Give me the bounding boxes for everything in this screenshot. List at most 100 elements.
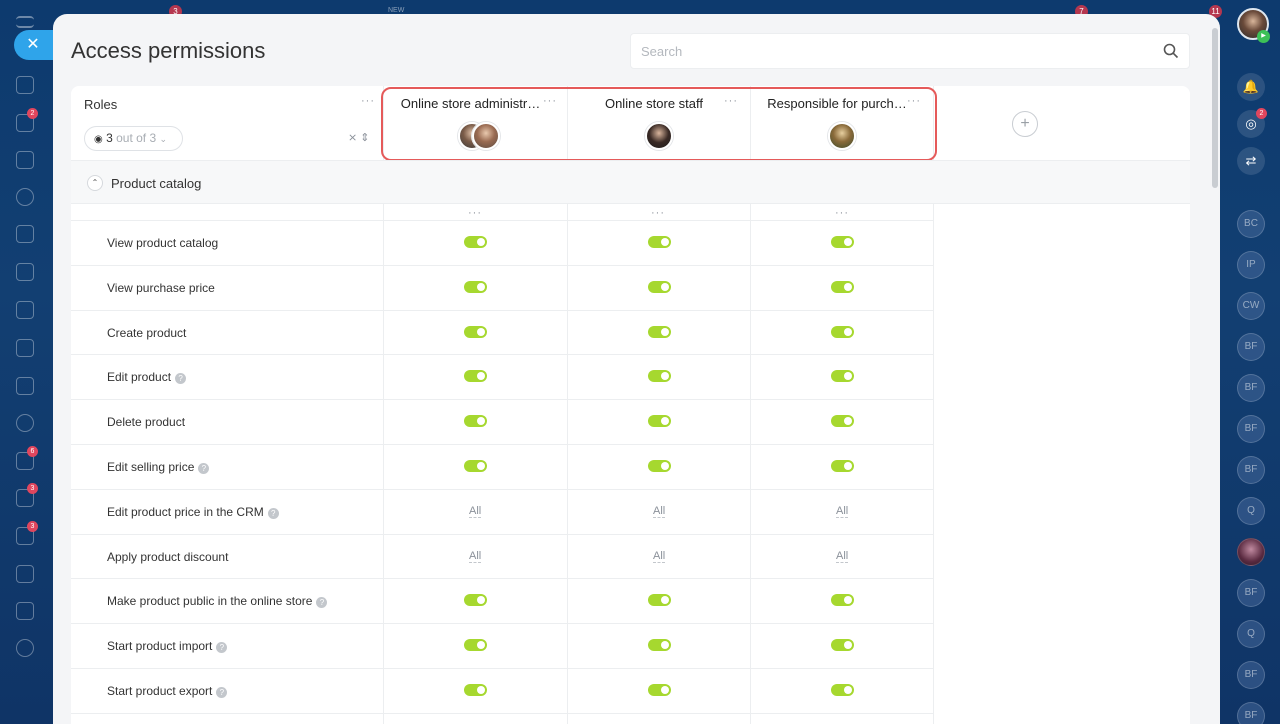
permission-toggle[interactable]: [648, 639, 671, 652]
permission-toggle[interactable]: [831, 370, 854, 383]
permission-toggle[interactable]: [464, 280, 487, 293]
permission-toggle[interactable]: [648, 325, 671, 338]
page-title: Access permissions: [71, 38, 266, 63]
permission-value-dropdown[interactable]: All: [836, 505, 849, 518]
role-column-header[interactable]: Online store administr… ···: [384, 86, 567, 160]
permission-value-dropdown[interactable]: All: [653, 550, 666, 563]
role-column-header[interactable]: Online store staff ···: [568, 86, 750, 160]
role-more-icon[interactable]: ···: [907, 95, 921, 107]
permission-label: Start product import?: [107, 639, 228, 654]
permission-label: Make product public in the online store?: [107, 594, 328, 609]
contact-avatar[interactable]: BF: [1237, 661, 1265, 689]
role-more-icon[interactable]: ···: [724, 95, 738, 107]
column-more-icon[interactable]: ···: [651, 207, 665, 219]
roles-visibility-filter[interactable]: ◉ 3 out of 3 ⌄: [84, 126, 183, 151]
contact-avatar[interactable]: BF: [1237, 579, 1265, 607]
new-label: NEW: [388, 7, 405, 14]
permission-toggle[interactable]: [831, 639, 854, 652]
permission-label-text: Delete product: [107, 415, 186, 430]
collapse-expand-icons[interactable]: ⨯ ⇕: [348, 131, 370, 144]
contact-avatar[interactable]: Q: [1237, 497, 1265, 525]
contact-avatar[interactable]: CW: [1237, 292, 1265, 320]
permission-toggle[interactable]: [464, 594, 487, 607]
analytics-icon[interactable]: [16, 602, 34, 620]
permission-label: View purchase price: [107, 281, 215, 295]
help-icon[interactable]: ?: [175, 373, 187, 385]
permission-toggle[interactable]: [831, 594, 854, 607]
store-icon[interactable]: [16, 339, 34, 357]
contact-avatar[interactable]: BF: [1237, 702, 1265, 724]
permission-toggle[interactable]: [464, 415, 487, 428]
permission-toggle[interactable]: [831, 684, 854, 696]
chevron-up-icon[interactable]: ⌃: [87, 175, 103, 191]
column-more-icon[interactable]: ···: [468, 207, 482, 219]
permission-toggle[interactable]: [464, 684, 487, 696]
contact-photo-avatar[interactable]: [1237, 538, 1265, 566]
help-icon[interactable]: ?: [216, 687, 228, 698]
section-title: Product catalog: [111, 176, 202, 191]
permission-value-dropdown[interactable]: All: [836, 550, 849, 563]
left-sidebar: 2 6 3 3: [0, 0, 52, 724]
close-slider-button[interactable]: ✕: [14, 30, 54, 60]
calendar-icon[interactable]: [16, 225, 34, 243]
permission-label-text: Start product export: [107, 684, 213, 698]
role-column-header[interactable]: Responsible for purch… ···: [751, 86, 933, 160]
chat-bubble-icon[interactable]: ⇄: [1237, 147, 1265, 175]
permission-toggle[interactable]: [464, 236, 487, 248]
permission-toggle[interactable]: [464, 460, 487, 472]
mail-icon[interactable]: [16, 377, 34, 395]
contacts-icon[interactable]: [16, 414, 34, 432]
contact-avatar[interactable]: BF: [1237, 374, 1265, 402]
status-play-icon: ▶: [1257, 30, 1270, 43]
permission-toggle[interactable]: [648, 460, 671, 472]
help-icon[interactable]: ?: [198, 463, 210, 474]
permission-toggle[interactable]: [831, 460, 854, 472]
search-icon[interactable]: [1163, 43, 1179, 59]
permission-toggle[interactable]: [648, 415, 671, 428]
permission-toggle[interactable]: [648, 370, 671, 383]
help-icon[interactable]: ?: [216, 642, 228, 654]
permission-toggle[interactable]: [648, 594, 671, 607]
search-input[interactable]: [631, 34, 1151, 68]
permission-toggle[interactable]: [648, 280, 671, 293]
roles-more-icon[interactable]: ···: [361, 95, 375, 107]
permission-toggle[interactable]: [831, 280, 854, 293]
add-role-button[interactable]: +: [1012, 111, 1038, 137]
permission-value-dropdown[interactable]: All: [469, 550, 482, 563]
grid-icon[interactable]: [16, 565, 34, 583]
eye-icon: ◉: [94, 134, 103, 145]
hexagon-icon[interactable]: [16, 188, 34, 206]
contact-avatar[interactable]: BF: [1237, 415, 1265, 443]
help-icon[interactable]: ?: [267, 507, 279, 519]
permission-toggle[interactable]: [648, 684, 671, 696]
permission-toggle[interactable]: [648, 236, 671, 248]
scrollbar[interactable]: [1212, 28, 1218, 188]
menu-icon[interactable]: [16, 16, 34, 28]
permission-toggle[interactable]: [831, 325, 854, 338]
role-title: Online store administr…: [400, 96, 541, 111]
permission-label-text: Apply product discount: [107, 549, 229, 564]
contact-avatar[interactable]: BF: [1237, 333, 1265, 361]
bell-icon[interactable]: 🔔: [1237, 73, 1265, 101]
permission-toggle[interactable]: [464, 325, 487, 338]
contact-avatar[interactable]: BC: [1237, 210, 1265, 238]
help-icon[interactable]: ?: [316, 597, 328, 609]
section-header[interactable]: ⌃ Product catalog: [71, 160, 1190, 204]
puzzle-icon[interactable]: [16, 76, 34, 94]
permission-toggle[interactable]: [831, 236, 854, 248]
permission-toggle[interactable]: [464, 639, 487, 652]
permission-toggle[interactable]: [831, 415, 854, 428]
contact-avatar[interactable]: IP: [1237, 251, 1265, 279]
board-icon[interactable]: [16, 301, 34, 319]
document-icon[interactable]: [16, 263, 34, 281]
feed-icon[interactable]: [16, 151, 34, 169]
role-more-icon[interactable]: ···: [543, 95, 557, 107]
access-permissions-panel: Access permissions Roles ··· ◉ 3 out of …: [53, 14, 1220, 724]
permission-value-dropdown[interactable]: All: [469, 505, 482, 518]
contact-avatar[interactable]: BF: [1237, 456, 1265, 484]
column-more-icon[interactable]: ···: [835, 207, 849, 219]
permission-toggle[interactable]: [464, 370, 487, 383]
settings-icon[interactable]: [16, 639, 34, 657]
permission-value-dropdown[interactable]: All: [653, 505, 666, 518]
contact-avatar[interactable]: Q: [1237, 620, 1265, 648]
